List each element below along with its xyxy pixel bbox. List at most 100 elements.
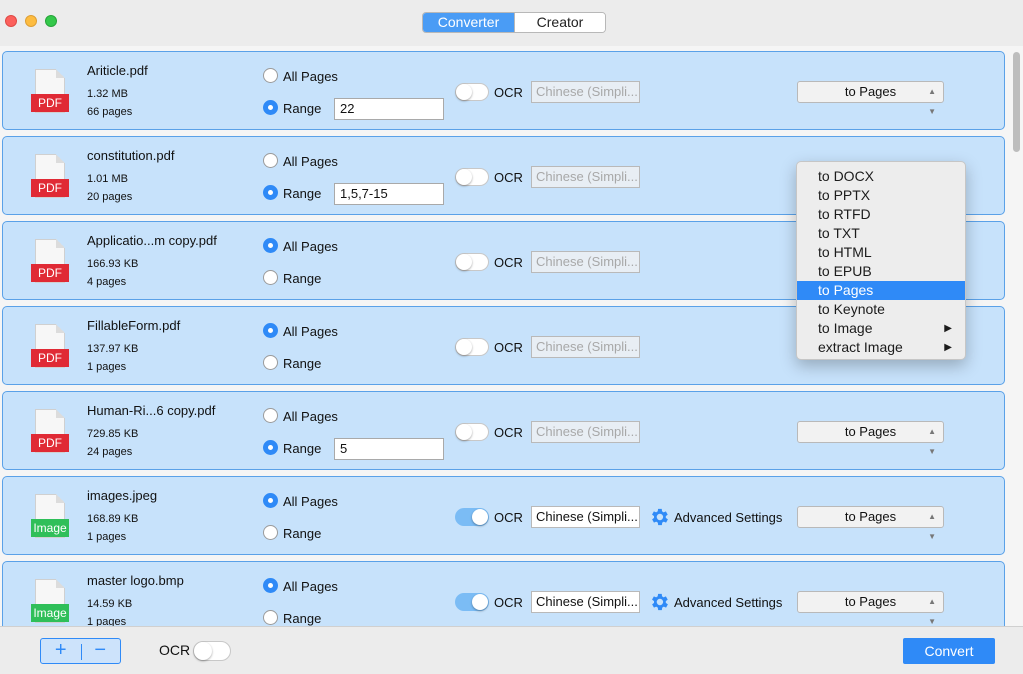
all-pages-label: All Pages <box>283 409 338 424</box>
pdf-file-icon: PDF <box>31 154 69 198</box>
chevron-down-icon: ▲ ▼ <box>928 427 936 456</box>
global-ocr-toggle[interactable] <box>193 641 231 661</box>
ocr-language-select[interactable]: Chinese (Simpli... <box>531 81 640 103</box>
menu-item-extract-image[interactable]: extract Image ▶ <box>797 338 965 357</box>
menu-item-to-epub[interactable]: to EPUB <box>797 262 965 281</box>
ocr-language-select[interactable]: Chinese (Simpli... <box>531 336 640 358</box>
file-page-count: 66 pages <box>87 106 133 118</box>
ocr-label: OCR <box>494 255 523 270</box>
all-pages-label: All Pages <box>283 324 338 339</box>
output-format-value: to Pages <box>844 509 897 524</box>
tab-creator[interactable]: Creator <box>514 13 605 32</box>
menu-item-to-docx[interactable]: to DOCX <box>797 167 965 186</box>
range-label: Range <box>283 611 322 626</box>
ocr-toggle[interactable] <box>455 423 489 441</box>
advanced-settings-link[interactable]: Advanced Settings <box>674 510 782 525</box>
gear-icon[interactable] <box>648 591 670 613</box>
range-radio[interactable] <box>263 525 278 540</box>
file-row[interactable]: PDF Human-Ri...6 copy.pdf 729.85 KB 24 page… <box>2 391 1005 470</box>
ocr-toggle[interactable] <box>455 168 489 186</box>
menu-item-to-rtfd[interactable]: to RTFD <box>797 205 965 224</box>
ocr-toggle[interactable] <box>455 253 489 271</box>
ocr-language-select[interactable]: Chinese (Simpli... <box>531 591 640 613</box>
menu-item-label: to EPUB <box>818 263 872 279</box>
close-window-button[interactable] <box>5 15 17 27</box>
page-range-input[interactable]: 1,5,7-15 <box>334 183 444 205</box>
file-name: images.jpeg <box>87 488 158 503</box>
ocr-toggle[interactable] <box>455 83 489 101</box>
page-range-input[interactable]: 5 <box>334 438 444 460</box>
file-page-count: 4 pages <box>87 276 127 288</box>
all-pages-radio[interactable] <box>263 323 278 338</box>
all-pages-radio[interactable] <box>263 493 278 508</box>
range-radio[interactable] <box>263 100 278 115</box>
ocr-label: OCR <box>494 340 523 355</box>
all-pages-radio[interactable] <box>263 68 278 83</box>
file-row[interactable]: Image images.jpeg 168.89 KB 1 pages All Page… <box>2 476 1005 555</box>
advanced-settings-link[interactable]: Advanced Settings <box>674 595 782 610</box>
all-pages-radio[interactable] <box>263 578 278 593</box>
output-format-select[interactable]: to Pages ▲ ▼ <box>797 506 944 541</box>
ocr-language-select[interactable]: Chinese (Simpli... <box>531 251 640 273</box>
page-range-input[interactable]: 22 <box>334 98 444 120</box>
ocr-language-select[interactable]: Chinese (Simpli... <box>531 506 640 528</box>
range-radio[interactable] <box>263 355 278 370</box>
file-name: constitution.pdf <box>87 148 175 163</box>
remove-file-button[interactable]: − <box>81 639 121 663</box>
ocr-toggle[interactable] <box>455 593 489 611</box>
range-label: Range <box>283 441 322 456</box>
ocr-language-select[interactable]: Chinese (Simpli... <box>531 166 640 188</box>
all-pages-label: All Pages <box>283 69 338 84</box>
toggle-knob <box>456 339 472 355</box>
ocr-toggle[interactable] <box>455 338 489 356</box>
toggle-knob <box>456 424 472 440</box>
menu-item-to-txt[interactable]: to TXT <box>797 224 965 243</box>
maximize-window-button[interactable] <box>45 15 57 27</box>
ocr-label: OCR <box>494 425 523 440</box>
output-format-select[interactable]: to Pages ▲ ▼ <box>797 591 944 626</box>
file-page-count: 20 pages <box>87 191 133 203</box>
range-radio[interactable] <box>263 440 278 455</box>
scrollbar[interactable] <box>1013 52 1020 152</box>
convert-button[interactable]: Convert <box>903 638 995 664</box>
output-format-select[interactable]: to Pages ▲ ▼ <box>797 81 944 116</box>
menu-item-label: to PPTX <box>818 187 871 203</box>
menu-item-to-pages[interactable]: to Pages <box>797 281 965 300</box>
all-pages-radio[interactable] <box>263 238 278 253</box>
ocr-language-select[interactable]: Chinese (Simpli... <box>531 421 640 443</box>
menu-item-to-keynote[interactable]: to Keynote <box>797 300 965 319</box>
file-page-count: 1 pages <box>87 531 127 543</box>
menu-item-label: extract Image <box>818 339 903 355</box>
file-row[interactable]: PDF Ariticle.pdf 1.32 MB 66 pages All Pages R… <box>2 51 1005 130</box>
range-radio[interactable] <box>263 270 278 285</box>
file-page-count: 24 pages <box>87 446 133 458</box>
mode-segmented-control: Converter Creator <box>422 12 606 33</box>
ocr-toggle[interactable] <box>455 508 489 526</box>
all-pages-radio[interactable] <box>263 408 278 423</box>
range-radio[interactable] <box>263 610 278 625</box>
range-label: Range <box>283 186 322 201</box>
menu-item-label: to Pages <box>818 282 874 298</box>
file-size: 166.93 KB <box>87 258 139 270</box>
format-dropdown-menu: to DOCX to PPTX to RTFD to TXT to HTML to EPU… <box>796 161 966 360</box>
menu-item-to-pptx[interactable]: to PPTX <box>797 186 965 205</box>
minimize-window-button[interactable] <box>25 15 37 27</box>
tab-converter[interactable]: Converter <box>423 13 514 32</box>
gear-icon[interactable] <box>648 506 670 528</box>
file-type-tag: PDF <box>31 179 69 197</box>
pdf-file-icon: PDF <box>31 69 69 113</box>
all-pages-radio[interactable] <box>263 153 278 168</box>
file-type-tag: PDF <box>31 264 69 282</box>
menu-item-to-html[interactable]: to HTML <box>797 243 965 262</box>
add-file-button[interactable]: + <box>41 639 81 663</box>
menu-item-to-image[interactable]: to Image ▶ <box>797 319 965 338</box>
image-file-icon: Image <box>31 579 69 623</box>
file-size: 729.85 KB <box>87 428 139 440</box>
bottom-toolbar: + − OCR Convert <box>0 626 1023 674</box>
range-radio[interactable] <box>263 185 278 200</box>
output-format-select[interactable]: to Pages ▲ ▼ <box>797 421 944 456</box>
pdf-file-icon: PDF <box>31 324 69 368</box>
toggle-knob <box>194 642 212 660</box>
file-row[interactable]: Image master logo.bmp 14.59 KB 1 pages All P… <box>2 561 1005 626</box>
title-bar: Converter Creator <box>0 0 1023 46</box>
